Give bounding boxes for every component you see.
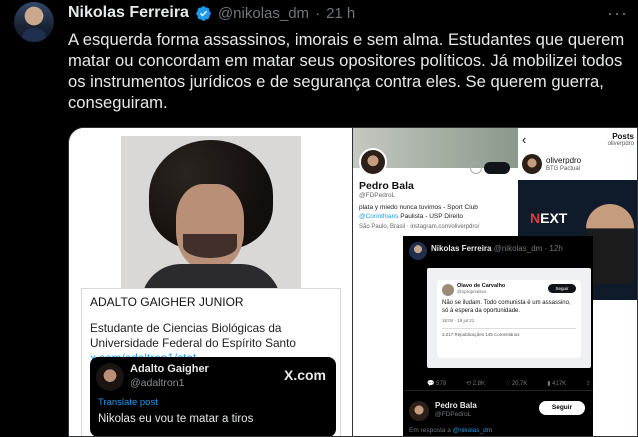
posts-org: BTG Pactual [546,166,581,172]
student-card: ADALTO GAIGHER JUNIOR Estudante de Cienc… [81,288,341,436]
profile-handle: @FDPedroL [359,192,396,199]
posts-author: oliverpdro [546,156,582,165]
embedded-post-text: Nikolas eu vou te matar a tiros [98,413,254,425]
inner-time: 18:04 · 19 jul 21 [442,318,475,323]
like-count: ♡ 20,7K [504,381,528,387]
quote-header: Nikolas Ferreira @nikolas_dm · 12h [431,244,563,253]
in-reply-to: Em resposta a @nikolas_dm [409,427,493,434]
media-image-left[interactable]: ADALTO GAIGHER JUNIOR Estudante de Cienc… [69,128,352,436]
reply-follow-button: Seguir [539,401,585,415]
profile-follow-button [484,162,510,174]
embedded-x-post: Adalto Gaigher @adaltron1 X.com Translat… [90,357,336,436]
reply-handle: @FDPedroL [435,411,472,418]
tweet-timestamp[interactable]: 21 h [326,5,355,22]
back-arrow-icon: ‹ [522,132,527,147]
embedded-author-name: Adalto Gaigher [130,363,209,375]
profile-bio: plata y miedo nunca tuvimos - Sport Club… [359,204,478,220]
profile-avatar [359,148,387,176]
media-image-right[interactable]: Pedro Bala @FDPedroL plata y miedo nunca… [352,128,637,436]
quoted-tweet-screenshot: Nikolas Ferreira @nikolas_dm · 12h Olavo… [403,236,593,436]
person-photo [586,204,634,284]
posts-avatar [522,154,542,174]
tweet-media[interactable]: ADALTO GAIGHER JUNIOR Estudante de Cienc… [68,127,638,437]
inner-text: Não se iludam. Todo comunista é um assas… [442,300,571,314]
separator-dot: · [315,4,321,22]
inner-stats: 3.217 Republicações 145 Comentários [442,328,576,337]
quote-action-bar: 💬 578 ⟲ 2,8K ♡ 20,7K ▮ 417K ⇪ [427,380,591,387]
retweet-count: ⟲ 2,8K [465,381,485,387]
next-logo: NEXT [530,210,568,226]
x-logo: X.com [283,367,326,383]
profile-name: Pedro Bala [359,180,414,192]
posts-title: Posts [612,132,634,141]
quote-image: Olavo de Carvalho @opropriolavo Seguir N… [427,268,591,368]
embedded-avatar [96,363,124,391]
quote-avatar [409,242,427,260]
profile-more-icon [470,162,482,174]
reply-tweet: Pedro Bala @FDPedroL Seguir Em resposta … [403,390,593,436]
posts-subtitle: oliverpdro [607,141,634,147]
card-name: ADALTO GAIGHER JUNIOR [90,295,244,309]
tweet-text: A esquerda forma assassinos, imorais e s… [68,30,625,112]
inner-follow-button: Seguir [548,284,576,293]
portrait-photo [121,136,301,290]
verified-badge-icon [196,5,211,21]
reply-count: 💬 578 [427,381,447,387]
inner-tweet: Olavo de Carvalho @opropriolavo Seguir N… [437,280,581,358]
view-count: ▮ 417K [547,381,567,387]
share-icon: ⇪ [585,381,591,387]
reply-name: Pedro Bala [435,401,477,410]
tweet-header: Nikolas Ferreira @nikolas_dm · 21 h [68,4,355,22]
reply-avatar [409,401,429,421]
more-options-icon[interactable]: ··· [607,3,628,24]
inner-avatar [442,284,454,296]
translate-post-link: Translate post [98,397,158,408]
author-handle[interactable]: @nikolas_dm [218,5,309,22]
author-avatar[interactable] [14,2,54,42]
inner-handle: @opropriolavo [457,289,487,294]
profile-location: São Paulo, Brasil · instagram.com/oliver… [359,224,480,230]
embedded-author-handle: @adaltron1 [130,377,185,389]
author-name[interactable]: Nikolas Ferreira [68,4,189,22]
